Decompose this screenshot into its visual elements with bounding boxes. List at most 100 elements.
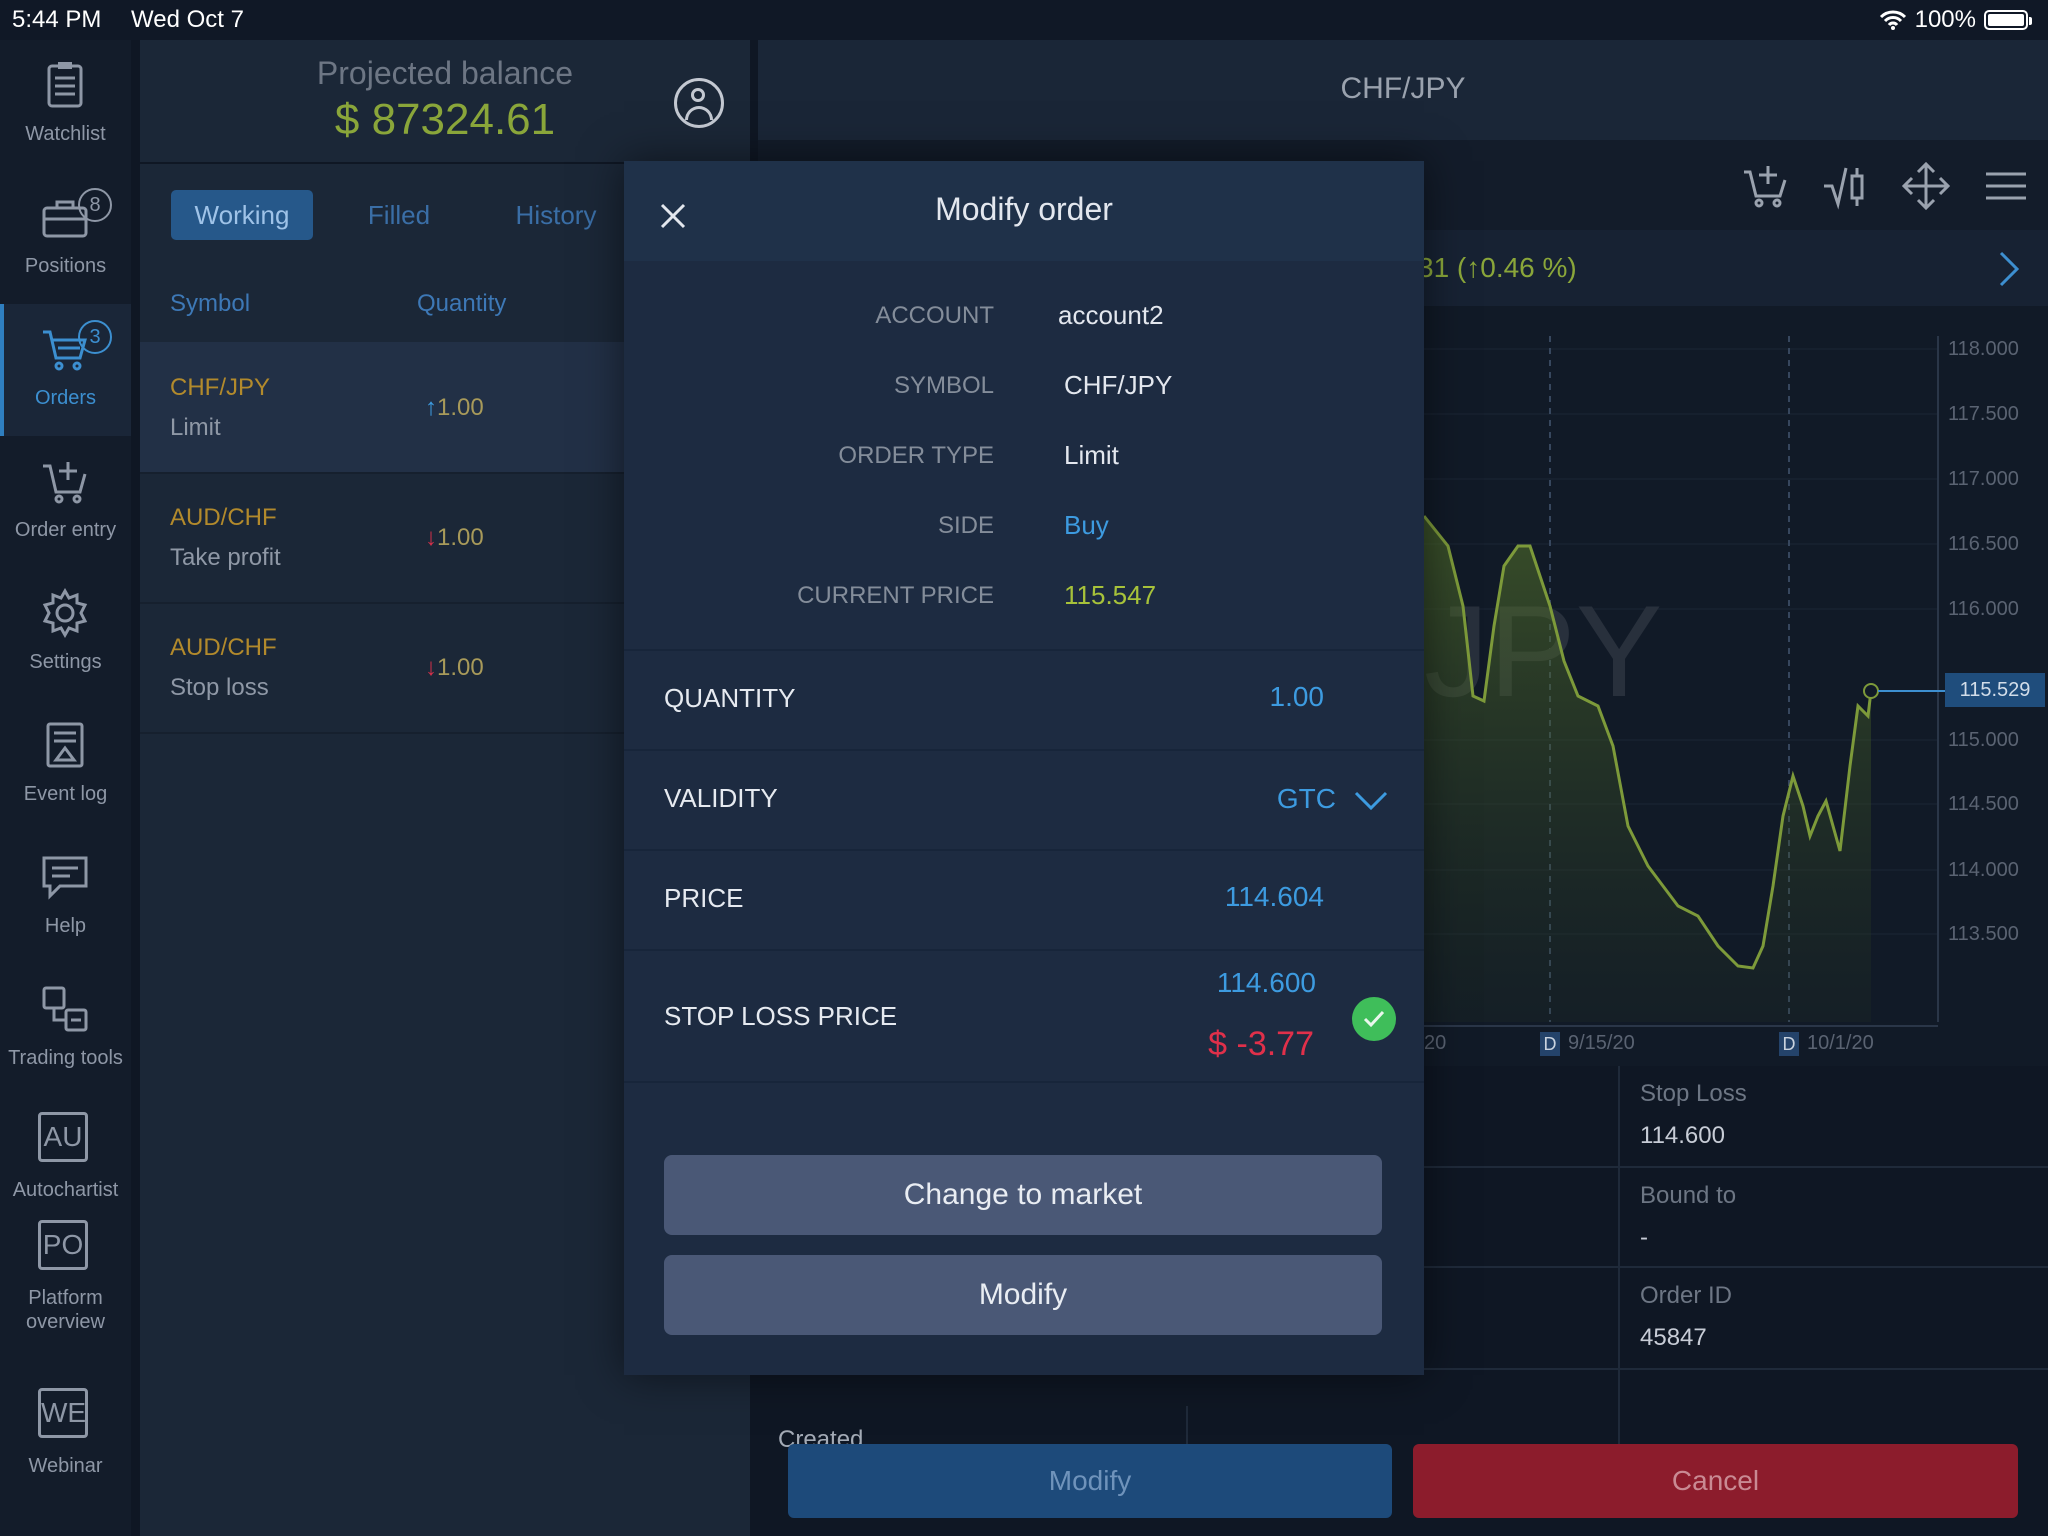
- order-quantity: ↑1.00: [425, 394, 484, 422]
- stop-loss-row[interactable]: STOP LOSS PRICE 114.600 $ -3.77: [624, 949, 1424, 1083]
- nav-trading-tools[interactable]: Trading tools: [0, 964, 131, 1096]
- check-icon: [1352, 997, 1396, 1041]
- day-marker: D: [1779, 1032, 1799, 1056]
- nav-orders-label: Orders: [34, 387, 97, 409]
- column-symbol[interactable]: Symbol: [170, 290, 250, 318]
- order-symbol: CHF/JPY: [170, 374, 271, 401]
- price-axis-label: 116.500: [1948, 533, 2019, 555]
- tab-history[interactable]: History: [485, 190, 627, 240]
- date-axis-label: 10/1/20: [1807, 1032, 1874, 1054]
- side-label: SIDE: [937, 512, 994, 539]
- price-axis-label: 113.500: [1948, 923, 2019, 945]
- nav-autochartist-label: Autochartist: [12, 1179, 119, 1201]
- order-type: Take profit: [170, 544, 281, 571]
- price-axis-label: 114.500: [1948, 793, 2019, 815]
- battery-percent: 100%: [1914, 6, 1976, 33]
- nav-positions[interactable]: 8 Positions: [0, 172, 131, 304]
- price-row[interactable]: PRICE 114.604: [624, 849, 1424, 949]
- nav-watchlist[interactable]: Watchlist: [0, 40, 131, 172]
- modify-order-dialog: Modify order ACCOUNT account2 SYMBOL CHF…: [624, 161, 1424, 1375]
- tab-filled[interactable]: Filled: [328, 190, 470, 240]
- price-input[interactable]: 114.604: [1225, 881, 1324, 913]
- change-to-market-button[interactable]: Change to market: [664, 1155, 1382, 1235]
- order-symbol: AUD/CHF: [170, 634, 277, 661]
- price-change: 31 (↑0.46 %): [1418, 252, 1577, 283]
- balance-header: Projected balance $ 87324.61: [140, 40, 750, 164]
- pair-title: CHF/JPY: [1340, 72, 1466, 105]
- orders-badge: 3: [78, 320, 112, 354]
- status-bar: 5:44 PM Wed Oct 7 100%: [0, 0, 2048, 40]
- indicator-icon[interactable]: [1822, 162, 1870, 210]
- nav-watchlist-label: Watchlist: [25, 123, 106, 145]
- chevron-right-icon[interactable]: [1998, 250, 2020, 288]
- price-axis-label: 115.000: [1948, 729, 2019, 751]
- price-axis-label: 117.000: [1948, 468, 2019, 490]
- projected-balance-value: $ 87324.61: [334, 95, 556, 144]
- status-right: 100%: [1879, 6, 2032, 34]
- menu-icon[interactable]: [1984, 170, 2028, 202]
- nav-orders[interactable]: 3 Orders: [0, 304, 131, 436]
- profile-icon[interactable]: [674, 78, 724, 128]
- document-icon: [46, 722, 84, 768]
- nav-settings[interactable]: Settings: [0, 568, 131, 700]
- price-axis-label: 114.000: [1948, 859, 2019, 881]
- validity-row[interactable]: VALIDITY GTC: [624, 749, 1424, 849]
- current-price-label: CURRENT PRICE: [797, 582, 994, 609]
- stop-loss-value: 114.600: [1640, 1122, 1725, 1149]
- symbol-value: CHF/JPY: [1064, 370, 1173, 400]
- cart-add-icon[interactable]: [1742, 162, 1790, 210]
- order-type: Limit: [170, 414, 221, 441]
- platform-overview-icon: PO: [38, 1220, 88, 1270]
- column-quantity[interactable]: Quantity: [417, 290, 506, 318]
- down-arrow-icon: ↓: [425, 524, 437, 551]
- move-icon[interactable]: [1902, 162, 1950, 210]
- validity-select[interactable]: GTC: [1277, 783, 1336, 815]
- clipboard-icon: [47, 62, 83, 108]
- nav-settings-label: Settings: [29, 651, 102, 673]
- battery-icon: [1984, 10, 2032, 30]
- nav-order-entry-label: Order entry: [14, 519, 117, 541]
- date-axis-label: 9/15/20: [1568, 1032, 1635, 1054]
- nav-autochartist[interactable]: AU Autochartist: [0, 1096, 131, 1228]
- symbol-label: SYMBOL: [893, 372, 994, 399]
- validity-label: VALIDITY: [664, 783, 778, 813]
- quantity-input[interactable]: 1.00: [1270, 681, 1325, 713]
- cart-add-icon: [43, 462, 87, 504]
- dialog-title: Modify order: [935, 191, 1113, 227]
- last-price-label: 115.529: [1945, 673, 2045, 707]
- nav-positions-label: Positions: [24, 255, 107, 277]
- quantity-row[interactable]: QUANTITY 1.00: [624, 649, 1424, 749]
- nav-help[interactable]: Help: [0, 832, 131, 964]
- stop-loss-label: Stop Loss: [1640, 1080, 1747, 1107]
- nav-webinar[interactable]: WE Webinar: [0, 1386, 131, 1518]
- order-symbol: AUD/CHF: [170, 504, 277, 531]
- order-quantity-value: 1.00: [437, 654, 484, 681]
- nav-trading-tools-label: Trading tools: [8, 1047, 123, 1069]
- order-quantity-value: 1.00: [437, 524, 484, 551]
- nav-platform-overview-label-1: Platform: [28, 1287, 103, 1309]
- tools-icon: [42, 986, 88, 1032]
- wifi-icon: [1879, 10, 1906, 30]
- stop-loss-price-label: STOP LOSS PRICE: [664, 1001, 898, 1031]
- chevron-down-icon[interactable]: [1354, 791, 1388, 811]
- bound-to-value: -: [1640, 1224, 1648, 1251]
- account-value: account2: [1058, 300, 1164, 330]
- positions-badge: 8: [78, 188, 112, 222]
- dialog-modify-button[interactable]: Modify: [664, 1255, 1382, 1335]
- nav-webinar-label: Webinar: [28, 1455, 103, 1477]
- stop-loss-pnl: $ -3.77: [1208, 1025, 1314, 1063]
- quantity-label: QUANTITY: [664, 683, 796, 713]
- cancel-button[interactable]: Cancel: [1413, 1444, 2018, 1518]
- down-arrow-icon: ↓: [425, 654, 437, 681]
- order-type-value: Limit: [1064, 440, 1119, 470]
- modify-button[interactable]: Modify: [788, 1444, 1392, 1518]
- nav-order-entry[interactable]: Order entry: [0, 436, 131, 568]
- stop-loss-price-input[interactable]: 114.600: [1217, 967, 1316, 999]
- nav-event-log[interactable]: Event log: [0, 700, 131, 832]
- price-axis-label: 116.000: [1948, 598, 2019, 620]
- pair-header: CHF/JPY: [758, 40, 2048, 140]
- status-time: 5:44 PM: [12, 6, 102, 33]
- nav-help-label: Help: [44, 915, 87, 937]
- tab-working[interactable]: Working: [171, 190, 313, 240]
- nav-platform-overview[interactable]: PO Platform overview: [0, 1220, 131, 1380]
